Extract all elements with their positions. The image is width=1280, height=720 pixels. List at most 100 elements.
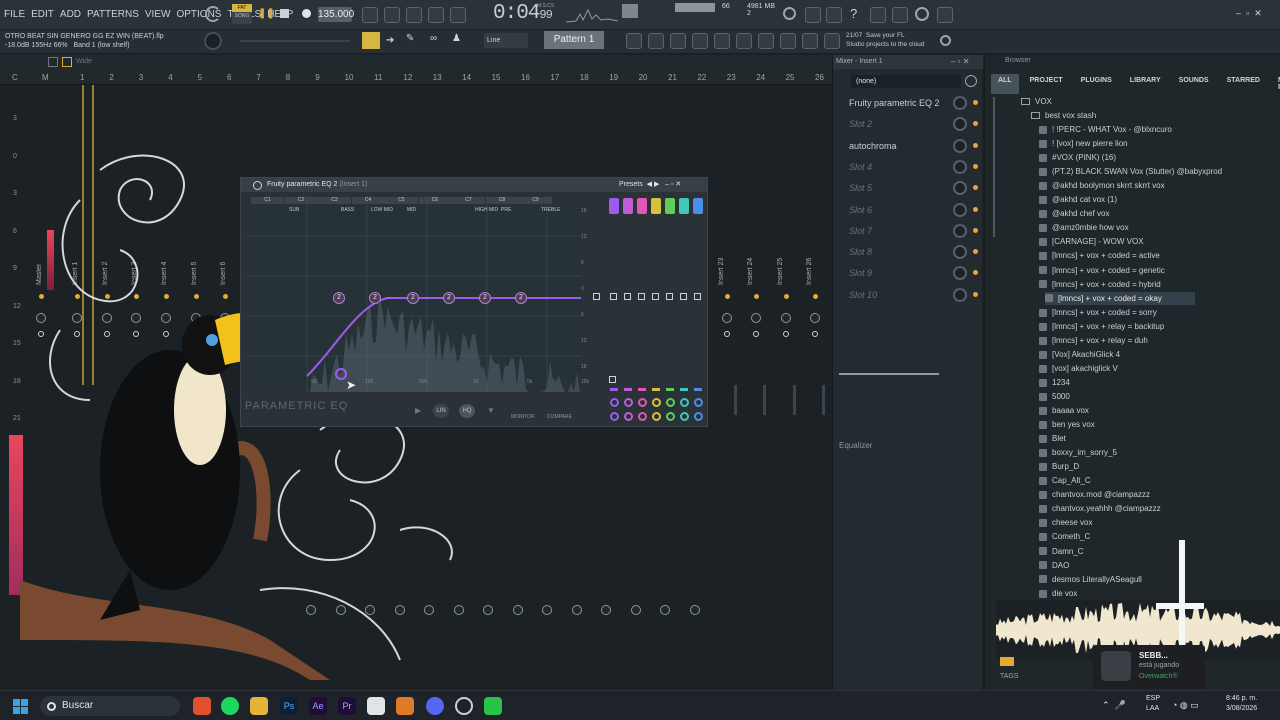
track-pan-knob[interactable] (781, 313, 791, 323)
track-mute-led[interactable] (753, 331, 759, 337)
menu-file[interactable]: FILE (4, 9, 25, 20)
effect-slot[interactable]: Slot 9 (837, 263, 981, 283)
track-pan-knob[interactable] (722, 313, 732, 323)
browser-file-item[interactable]: chantvox.yeahhh @ciampazzz (1039, 502, 1161, 515)
play-icon[interactable]: ▶ (415, 406, 421, 415)
effect-slot-enable-led[interactable] (973, 291, 978, 297)
cart-icon[interactable] (824, 33, 840, 49)
language-indicator[interactable]: ESP LAA (1146, 694, 1160, 714)
equalizer-knobs[interactable] (933, 441, 973, 461)
browser-file-item[interactable]: [lmncs] + vox + coded = hybrid (1039, 278, 1161, 291)
browser-file-item[interactable]: boxxy_im_sorry_5 (1039, 446, 1117, 459)
plugin-database-icon[interactable] (736, 33, 752, 49)
browser-file-item[interactable]: [Vox] AkachiGlick 4 (1039, 348, 1120, 361)
effect-slot[interactable]: Slot 2 (837, 114, 981, 134)
latency-icon[interactable] (965, 75, 977, 87)
effect-slot-mix-knob[interactable] (953, 287, 967, 302)
countdown-icon[interactable] (406, 7, 422, 23)
cut-icon[interactable] (805, 7, 821, 23)
stamp-icon[interactable]: ♟ (452, 33, 461, 44)
send-knob[interactable] (601, 605, 611, 615)
eq-band-width-knob[interactable] (694, 398, 703, 407)
menu-edit[interactable]: EDIT (31, 9, 54, 20)
track-fader[interactable] (793, 385, 796, 415)
eq-band-gain-handle[interactable] (610, 293, 617, 300)
export-icon[interactable] (892, 7, 908, 23)
send-knob[interactable] (542, 605, 552, 615)
browser-file-item[interactable]: [lmncs] + vox + relay = backitup (1039, 320, 1164, 333)
eq-band-color-tab[interactable] (665, 198, 675, 214)
eq-band-color-tab[interactable] (637, 198, 647, 214)
send-knob[interactable] (689, 605, 700, 615)
send-knob[interactable] (660, 605, 670, 615)
refresh-icon[interactable] (783, 7, 796, 20)
input-select[interactable]: (none) (851, 75, 961, 88)
monitor-label[interactable]: MONITOR (511, 414, 535, 420)
touch-keyboard-icon[interactable] (780, 33, 796, 49)
channel-rack-icon[interactable] (648, 33, 664, 49)
eq-band-color-tab[interactable] (693, 198, 703, 214)
mixer-window-controls[interactable]: – ▫ ✕ (951, 57, 969, 66)
pencil-icon[interactable]: ✎ (406, 33, 414, 44)
browser-file-item[interactable]: Cometh_C (1039, 530, 1090, 543)
eq-band-width-knob[interactable] (652, 398, 661, 407)
browser-scrollbar[interactable] (993, 97, 995, 237)
tray-icons[interactable]: ⌃ 🎤 (1102, 700, 1126, 711)
pause-icon[interactable]: ❚❚ (258, 8, 275, 20)
effect-slot-enable-led[interactable] (973, 270, 978, 276)
browser-file-item[interactable]: Blet (1039, 432, 1066, 445)
browser-file-item[interactable]: 5000 (1039, 390, 1070, 403)
track-pan-knob[interactable] (751, 313, 761, 323)
eq-band-type-knob[interactable] (694, 412, 703, 421)
browser-file-item[interactable]: [lmncs] + vox + coded = genetic (1039, 264, 1165, 277)
browser-file-item[interactable]: [lmncs] + vox + coded = sorry (1039, 306, 1157, 319)
menu-add[interactable]: ADD (60, 9, 81, 20)
lin-button[interactable]: LIN (433, 404, 449, 418)
eq-band-gain-handle[interactable] (666, 293, 673, 300)
browser-file-item[interactable]: ! [vox] new pierre lion (1039, 137, 1128, 150)
eq-band-gain-handle[interactable] (694, 293, 701, 300)
track-route-dot[interactable] (813, 294, 818, 299)
effect-slot-enable-led[interactable] (973, 206, 978, 212)
effect-slot[interactable]: Slot 7 (837, 221, 981, 241)
eq-band-node[interactable]: 2 (443, 292, 455, 304)
track-fader[interactable] (734, 385, 737, 415)
browser-file-item[interactable]: ben yes vox (1039, 418, 1095, 431)
browser-tab[interactable]: LIBRARY (1123, 74, 1168, 94)
photoshop-icon[interactable]: Ps (280, 697, 298, 715)
wide-toggle-icon[interactable] (62, 57, 72, 67)
compare-label[interactable]: COMPARE (547, 414, 572, 420)
eq-band-type-knob[interactable] (680, 412, 689, 421)
eq-band-width-knob[interactable] (624, 398, 633, 407)
browser-file-item[interactable]: cheese vox (1039, 516, 1092, 529)
effect-slot-mix-knob[interactable] (953, 223, 967, 238)
presets-menu[interactable]: Presets ◀ ▶ – ▫ ✕ (619, 178, 681, 192)
parametric-eq-window[interactable]: Fruity parametric EQ 2 (Insert 1) Preset… (240, 177, 708, 427)
eq-band-type-knob[interactable] (652, 412, 661, 421)
effect-slot-mix-knob[interactable] (953, 245, 967, 260)
menu-patterns[interactable]: PATTERNS (87, 9, 139, 20)
master-pitch-slider[interactable] (240, 40, 350, 42)
effect-slot[interactable]: Slot 10 (837, 285, 981, 305)
effect-slot-mix-knob[interactable] (953, 266, 967, 281)
browser-file-item[interactable]: (PT.2) BLACK SWAN Vox (Stutter) @babyxpr… (1039, 165, 1222, 178)
taskbar-clock[interactable]: 8:46 p. m. 3/08/2026 (1226, 694, 1257, 714)
browser-file-item[interactable]: Cap_Alt_C (1039, 474, 1091, 487)
send-knob[interactable] (483, 605, 493, 615)
track-route-dot[interactable] (725, 294, 730, 299)
eq-band-node[interactable]: 2 (333, 292, 345, 304)
browser-file-item[interactable]: desmos LiterallyASeagull (1039, 573, 1142, 586)
mixer-track-label[interactable]: Insert 24 (747, 258, 754, 285)
eq-band-gain-handle[interactable] (680, 293, 687, 300)
piano-roll-icon[interactable] (670, 33, 686, 49)
effect-slot-mix-knob[interactable] (953, 96, 967, 110)
effect-slot[interactable]: Slot 8 (837, 242, 981, 262)
eq-band-header[interactable]: C5 (385, 197, 418, 204)
metronome-icon[interactable] (362, 7, 378, 23)
premiere-icon[interactable]: Pr (338, 697, 356, 715)
browser-file-item[interactable]: Burp_D (1039, 460, 1079, 473)
send-knob[interactable] (571, 605, 582, 615)
effect-slot-enable-led[interactable] (973, 142, 978, 148)
snap-icon[interactable] (48, 57, 58, 67)
stop-icon[interactable] (280, 9, 289, 18)
